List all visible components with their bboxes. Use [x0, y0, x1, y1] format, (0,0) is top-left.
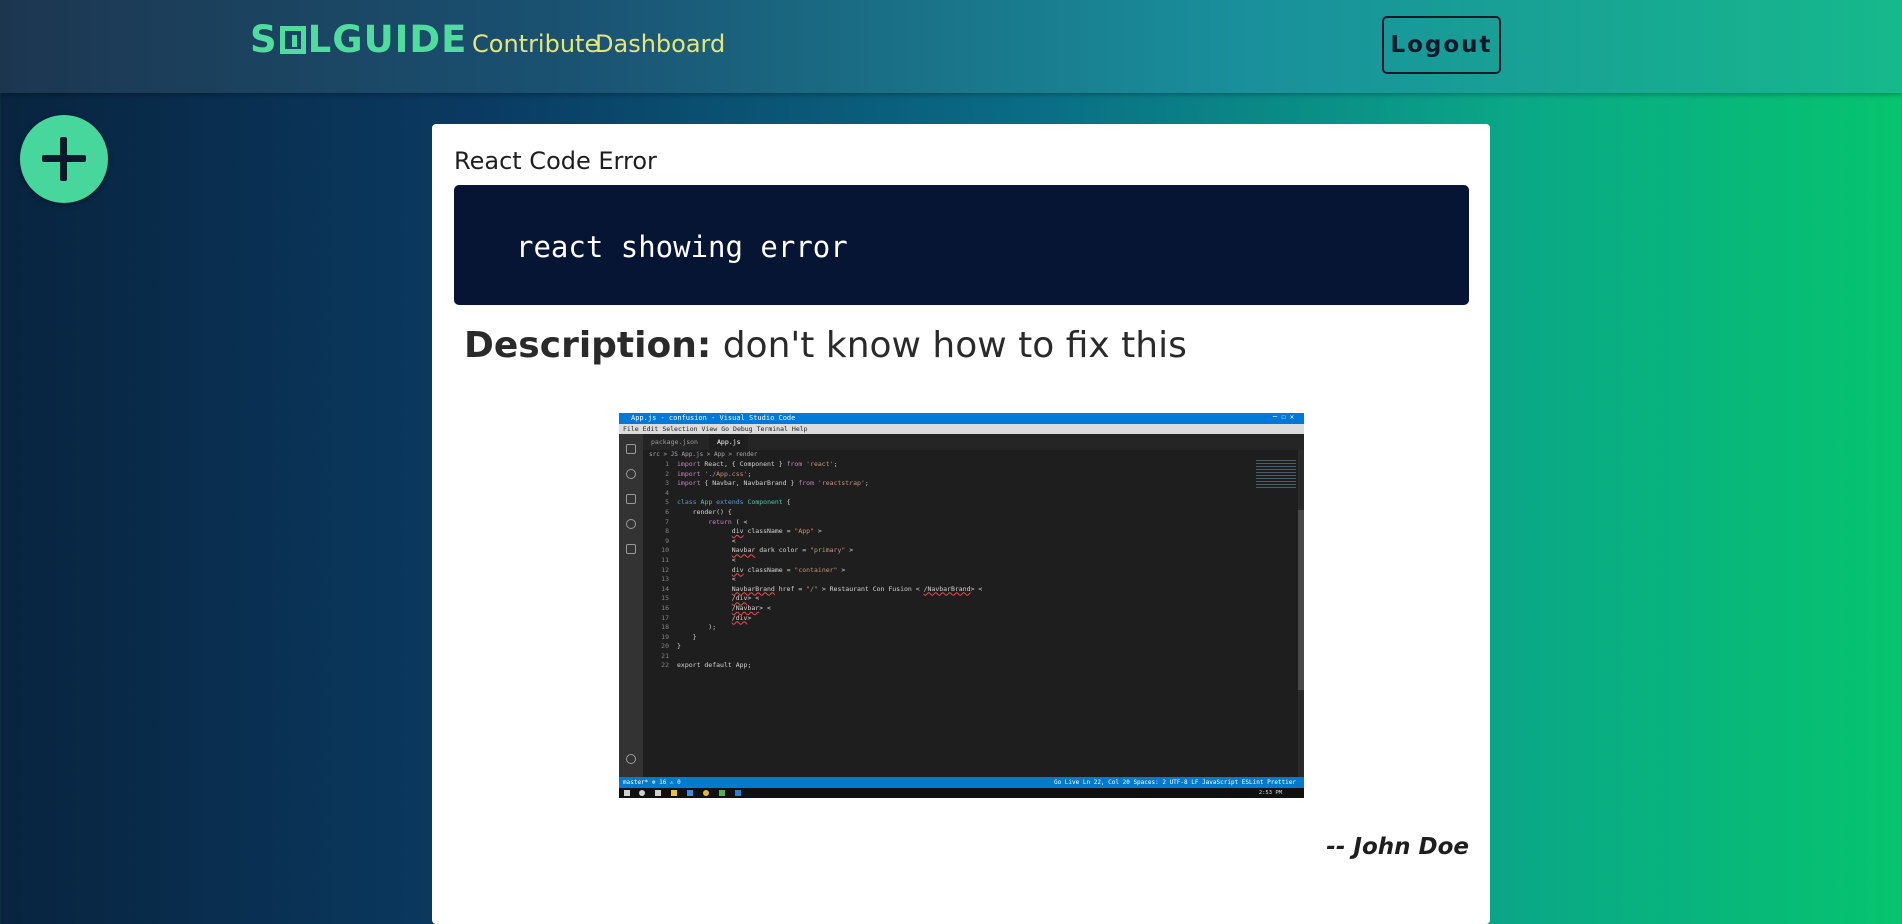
code-block: react showing error — [454, 185, 1469, 305]
screenshot-menu-item: Go — [721, 425, 730, 433]
screenshot-menu-item: View — [701, 425, 718, 433]
extensions-icon — [626, 544, 636, 554]
description-text: don't know how to fix this — [711, 325, 1187, 366]
error-screenshot: App.js - confusion - Visual Studio Code … — [619, 413, 1304, 798]
files-icon — [626, 444, 636, 454]
post-card: React Code Error react showing error Des… — [432, 124, 1490, 924]
screenshot-tab-active: App.js — [709, 434, 749, 450]
screenshot-code: import React, { Component } from 'react'… — [677, 460, 983, 670]
screenshot-menu-item: Debug — [733, 425, 753, 433]
status-right: Go Live Ln 22, Col 20 Spaces: 2 UTF-8 LF… — [1053, 779, 1296, 786]
logo[interactable]: S LGUIDE — [250, 21, 467, 58]
screenshot-taskbar: 2:53 PM — [619, 788, 1304, 798]
window-controls-icon: ─ ☐ ✕ — [1272, 413, 1294, 421]
screenshot-menu-item: File — [623, 425, 639, 433]
nav-link-contribute[interactable]: Contribute — [472, 30, 599, 58]
vscode-icon — [735, 790, 741, 796]
screenshot-titlebar: App.js - confusion - Visual Studio Code — [619, 413, 1304, 424]
description-label: Description: — [464, 325, 712, 366]
screenshot-menu-item: Help — [791, 425, 808, 433]
screenshot-menu-item: Terminal — [756, 425, 788, 433]
gear-icon — [626, 754, 636, 764]
status-left: master* ⊗ 16 ⚠ 0 — [623, 779, 681, 786]
debug-icon — [626, 519, 636, 529]
post-title: React Code Error — [454, 147, 657, 175]
edge-icon — [687, 790, 693, 796]
search-icon — [639, 790, 645, 796]
windows-icon — [624, 790, 630, 796]
logo-text-end: LGUIDE — [307, 18, 468, 61]
taskbar-clock: 2:53 PM — [1258, 790, 1282, 796]
add-post-button[interactable] — [20, 115, 108, 203]
screenshot-menu-item: Selection — [662, 425, 698, 433]
post-description: Description: don't know how to fix this — [464, 322, 1187, 370]
screenshot-activity-bar — [619, 434, 643, 777]
source-control-icon — [626, 494, 636, 504]
screenshot-tabs: package.json App.js — [643, 434, 1304, 450]
screenshot-line-numbers: 1 2 3 4 5 6 7 8 9 10 11 12 13 14 15 16 17 18 19 20 21 22 — [661, 460, 669, 670]
screenshot-scroll-thumb — [1298, 510, 1304, 690]
screenshot-tab: package.json — [651, 438, 698, 446]
app-icon — [719, 790, 725, 796]
screenshot-window-title: App.js - confusion - Visual Studio Code — [631, 414, 796, 422]
logout-button[interactable]: Logout — [1382, 16, 1501, 74]
screenshot-menubar: File Edit Selection View Go Debug Terminal Help — [619, 424, 1304, 434]
folder-icon — [671, 790, 677, 796]
screenshot-scrollbar — [1298, 450, 1304, 777]
code-text: react showing error — [516, 230, 848, 264]
screenshot-menu-item: Edit — [642, 425, 659, 433]
chrome-icon — [703, 790, 709, 796]
screenshot-statusbar: master* ⊗ 16 ⚠ 0 Go Live Ln 22, Col 20 S… — [619, 777, 1304, 788]
navbar: S LGUIDE Contribute Dashboard Logout — [0, 0, 1902, 93]
screenshot-minimap — [1256, 460, 1296, 490]
logo-o-icon — [279, 26, 306, 54]
logo-text-start: S — [250, 18, 278, 61]
nav-link-dashboard[interactable]: Dashboard — [595, 30, 725, 58]
task-view-icon — [655, 790, 661, 796]
search-icon — [626, 469, 636, 479]
plus-icon-bar — [42, 155, 86, 162]
screenshot-breadcrumb: src > JS App.js > App > render — [649, 451, 758, 458]
post-author: -- John Doe — [1326, 834, 1469, 860]
